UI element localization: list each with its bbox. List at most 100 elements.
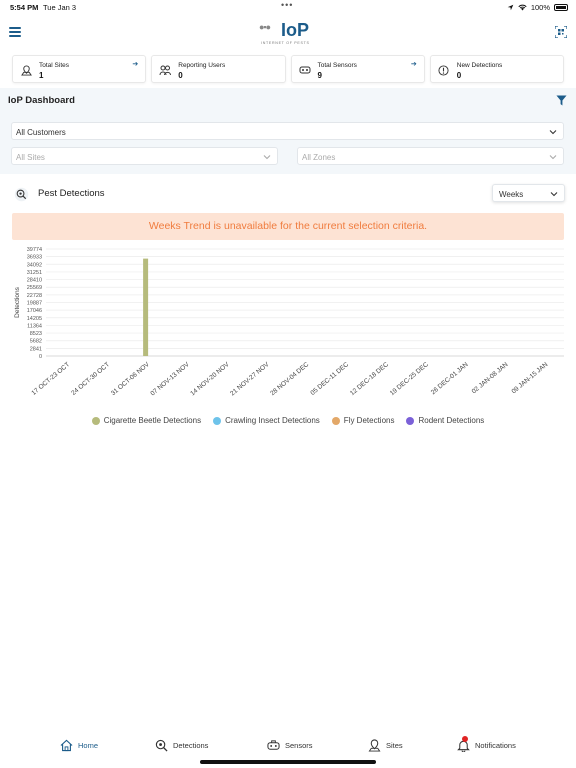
y-tick-label: 39774 bbox=[27, 247, 42, 253]
open-link-icon[interactable]: ➔ bbox=[132, 60, 138, 68]
chevron-down-icon bbox=[549, 155, 557, 160]
tab-label: Home bbox=[78, 741, 99, 750]
y-tick-label: 25569 bbox=[27, 285, 42, 291]
stat-label: Reporting Users bbox=[178, 62, 226, 69]
period-select[interactable]: Weeks bbox=[492, 184, 565, 202]
stat-reporting-users[interactable]: Reporting Users 0 bbox=[151, 55, 286, 83]
wifi-icon bbox=[518, 4, 527, 11]
zones-select[interactable]: All Zones bbox=[297, 147, 564, 165]
home-indicator bbox=[200, 760, 376, 764]
stat-label: New Detections bbox=[456, 62, 503, 69]
tab-notifications[interactable]: Notifications bbox=[457, 736, 516, 752]
pest-detection-icon bbox=[14, 187, 29, 202]
logo-text: IoP bbox=[281, 20, 310, 40]
app-header: ●▪● IoP INTERNET OF PESTS bbox=[0, 14, 576, 50]
legend-item[interactable]: Cigarette Beetle Detections bbox=[91, 416, 202, 425]
stat-label: Total Sensors bbox=[317, 62, 357, 69]
zones-select-value: All Zones bbox=[302, 153, 336, 162]
home-icon bbox=[60, 739, 73, 752]
stat-total-sensors[interactable]: Total Sensors 9 ➔ bbox=[290, 55, 425, 83]
iop-logo: ●▪● IoP INTERNET OF PESTS bbox=[259, 19, 319, 47]
status-time: 5:54 PM bbox=[10, 3, 39, 12]
legend-item[interactable]: Rodent Detections bbox=[406, 416, 484, 425]
chevron-down-icon bbox=[550, 192, 558, 197]
chevron-down-icon bbox=[549, 130, 557, 135]
logo-pests-icon: ●▪● bbox=[259, 22, 271, 32]
y-tick-label: 17046 bbox=[27, 308, 42, 314]
tab-sites[interactable]: Sites bbox=[368, 739, 403, 752]
x-tick-label: 09 JAN-15 JAN bbox=[511, 361, 550, 395]
tab-detections[interactable]: Detections bbox=[155, 739, 208, 752]
bottom-tab-bar: Home Detections Sensors Sites Notificati… bbox=[0, 735, 576, 757]
sites-icon bbox=[368, 739, 381, 752]
open-link-icon[interactable]: ➔ bbox=[411, 60, 417, 68]
stats-row: Total Sites 1 ➔ Reporting Users 0 Total … bbox=[12, 55, 564, 83]
status-date: Tue Jan 3 bbox=[43, 3, 77, 12]
stat-value: 0 bbox=[178, 71, 183, 80]
sites-select-value: All Sites bbox=[16, 153, 45, 162]
x-tick-label: 31 OCT-06 NOV bbox=[110, 361, 152, 397]
y-tick-label: 11364 bbox=[27, 323, 42, 329]
menu-icon[interactable] bbox=[9, 27, 21, 37]
y-tick-label: 0 bbox=[39, 354, 42, 360]
logo-tagline: INTERNET OF PESTS bbox=[261, 41, 310, 45]
legend-item[interactable]: Fly Detections bbox=[331, 416, 395, 425]
tab-label: Detections bbox=[173, 741, 209, 750]
x-tick-label: 21 NOV-27 NOV bbox=[229, 361, 271, 398]
x-tick-label: 05 DEC-11 DEC bbox=[309, 361, 350, 397]
y-tick-label: 19887 bbox=[27, 301, 42, 307]
multitasking-dots-icon[interactable]: ••• bbox=[281, 0, 293, 10]
tab-sensors[interactable]: Sensors bbox=[267, 739, 313, 752]
battery-icon bbox=[554, 4, 568, 11]
users-icon bbox=[159, 64, 172, 76]
x-tick-label: 14 NOV-20 NOV bbox=[189, 361, 231, 398]
pest-detections-chart: 3977436933340923125128410255692272819887… bbox=[14, 247, 564, 398]
y-tick-label: 8523 bbox=[30, 331, 42, 337]
notification-badge bbox=[462, 736, 468, 742]
legend-label: Rodent Detections bbox=[418, 416, 485, 425]
stat-value: 0 bbox=[456, 71, 462, 80]
customers-select[interactable]: All Customers bbox=[11, 122, 564, 140]
status-indicators: 100% bbox=[507, 3, 568, 12]
filter-icon[interactable] bbox=[556, 95, 567, 106]
legend-label: Fly Detections bbox=[343, 416, 395, 425]
y-tick-label: 14205 bbox=[27, 316, 42, 322]
detections-icon bbox=[155, 739, 168, 752]
qr-scan-icon[interactable] bbox=[555, 26, 567, 38]
sites-select[interactable]: All Sites bbox=[11, 147, 278, 165]
tab-home[interactable]: Home bbox=[60, 739, 98, 752]
legend-swatch bbox=[91, 416, 100, 425]
x-tick-label: 07 NOV-13 NOV bbox=[149, 361, 191, 398]
legend-swatch bbox=[331, 416, 340, 425]
y-tick-label: 5682 bbox=[30, 339, 42, 345]
x-tick-label: 02 JAN-08 JAN bbox=[471, 361, 510, 395]
y-tick-label: 34092 bbox=[27, 262, 42, 268]
sensor-icon bbox=[267, 740, 280, 750]
y-tick-label: 28410 bbox=[27, 278, 42, 284]
legend-label: Cigarette Beetle Detections bbox=[103, 416, 202, 425]
trend-unavailable-banner: Weeks Trend is unavailable for the curre… bbox=[12, 213, 564, 240]
period-select-value: Weeks bbox=[499, 190, 524, 199]
tab-label: Sensors bbox=[285, 741, 313, 750]
legend-label: Crawling Insect Detections bbox=[225, 416, 320, 425]
x-tick-label: 28 NOV-04 DEC bbox=[269, 361, 310, 397]
y-tick-label: 22728 bbox=[27, 293, 42, 299]
pest-detections-title: Pest Detections bbox=[38, 188, 105, 199]
dashboard-title: IoP Dashboard bbox=[8, 95, 75, 106]
tab-label: Sites bbox=[386, 741, 403, 750]
status-bar: 5:54 PM Tue Jan 3 ••• 100% bbox=[0, 0, 576, 14]
x-tick-label: 24 OCT-30 OCT bbox=[70, 361, 111, 397]
legend-swatch bbox=[213, 416, 222, 425]
battery-percent: 100% bbox=[530, 3, 550, 12]
chevron-down-icon bbox=[263, 155, 271, 160]
alert-icon bbox=[438, 64, 450, 76]
bar-cigarette-beetle-detections bbox=[143, 258, 149, 356]
legend-item[interactable]: Crawling Insect Detections bbox=[213, 416, 320, 425]
sensor-icon bbox=[299, 64, 311, 76]
stat-total-sites[interactable]: Total Sites 1 ➔ bbox=[12, 55, 147, 83]
x-tick-label: 26 DEC-01 JAN bbox=[430, 361, 470, 396]
legend-swatch bbox=[406, 416, 415, 425]
stat-label: Total Sites bbox=[39, 62, 69, 69]
y-tick-label: 2841 bbox=[30, 346, 42, 352]
stat-new-detections[interactable]: New Detections 0 bbox=[429, 55, 564, 83]
